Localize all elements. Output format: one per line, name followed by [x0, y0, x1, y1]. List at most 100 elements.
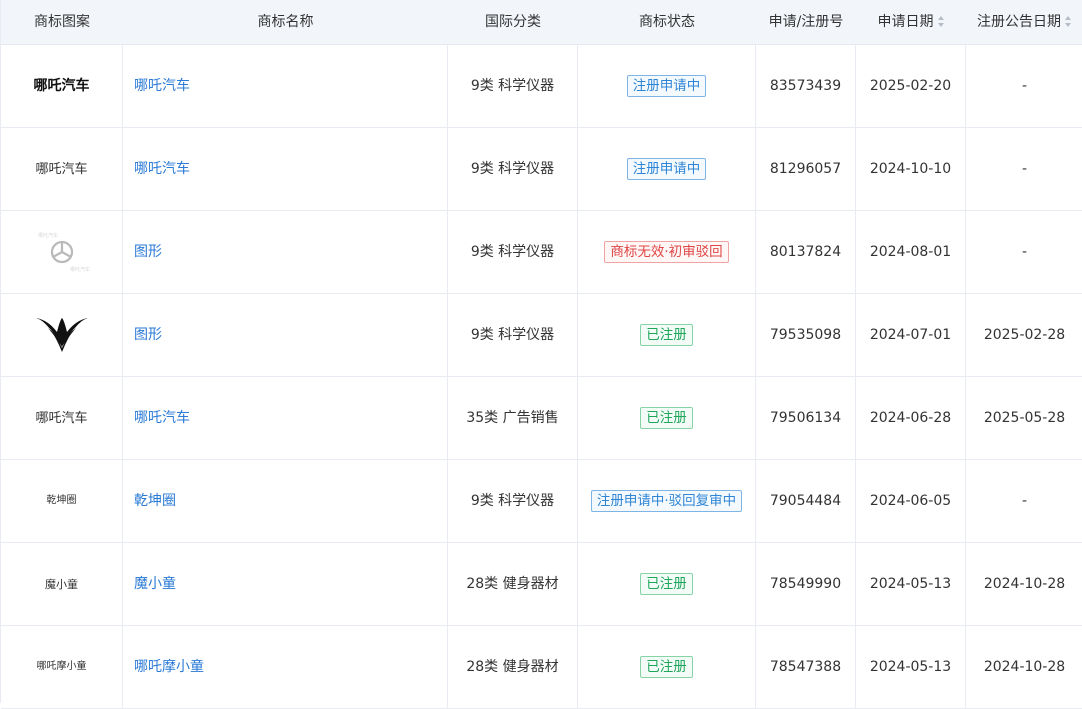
table-row: 乾坤圈 乾坤圈 9类 科学仪器 注册申请中·驳回复审中 79054484 2024-06-… [1, 460, 1082, 543]
trademark-name-link[interactable]: 图形 [134, 327, 162, 343]
publication-date: - [1021, 493, 1028, 509]
trademark-logo: 哪吒摩小童 [1, 626, 123, 708]
trademark-logo [1, 294, 123, 376]
table-row: 哪吒汽车 哪吒汽车 9类 科学仪器 注册申请中 81296057 2024-10-10 - [1, 128, 1082, 211]
trademark-logo: 哪吒汽车 [1, 45, 123, 127]
table-row: 图形 9类 科学仪器 已注册 79535098 2024-07-01 2025-02-28 [1, 294, 1082, 377]
apply-date: 2024-07-01 [856, 294, 966, 376]
table-row: 哪吒汽车 哪吒汽车 9类 科学仪器 注册申请中 83573439 2025-02-20 - [1, 45, 1082, 128]
international-class: 28类 健身器材 [448, 626, 578, 708]
status-badge: 注册申请中·驳回复审中 [590, 490, 743, 512]
header-class: 国际分类 [485, 14, 541, 30]
table-header: 商标图案 商标名称 国际分类 商标状态 申请/注册号 申请日期 注册公告日期 [1, 0, 1082, 45]
status-cell: 商标无效·初审驳回 [578, 211, 756, 293]
trademark-logo-text: 哪吒汽车 [33, 78, 90, 94]
header-logo: 商标图案 [34, 14, 90, 30]
registration-number: 79506134 [756, 377, 856, 459]
status-badge: 已注册 [640, 407, 693, 429]
registration-number: 80137824 [756, 211, 856, 293]
status-cell: 已注册 [578, 294, 756, 376]
international-class: 9类 科学仪器 [448, 45, 578, 127]
header-pub-date[interactable]: 注册公告日期 [966, 0, 1082, 45]
apply-date: 2024-05-13 [856, 626, 966, 708]
status-badge: 注册申请中 [626, 75, 707, 97]
trademark-name-link[interactable]: 哪吒汽车 [134, 410, 190, 426]
trademark-name-link[interactable]: 哪吒汽车 [134, 78, 190, 94]
international-class: 28类 健身器材 [448, 543, 578, 625]
status-cell: 已注册 [578, 626, 756, 708]
trademark-table: 商标图案 商标名称 国际分类 商标状态 申请/注册号 申请日期 注册公告日期 哪… [0, 0, 1082, 709]
apply-date: 2024-08-01 [856, 211, 966, 293]
trademark-logo-text: 魔小童 [45, 577, 78, 591]
svg-text:哪吒汽车: 哪吒汽车 [38, 232, 58, 239]
status-badge: 已注册 [640, 656, 693, 678]
wheel-logo-icon: 哪吒汽车哪吒汽车 [38, 232, 90, 273]
trademark-logo: 魔小童 [1, 543, 123, 625]
publication-date: - [1021, 244, 1028, 260]
table-row: 魔小童 魔小童 28类 健身器材 已注册 78549990 2024-05-13 2024-… [1, 543, 1082, 626]
trademark-logo-text: 乾坤圈 [46, 495, 77, 506]
table-row: 哪吒汽车 哪吒汽车 图形 9类 科学仪器 商标无效·初审驳回 80137824 2024-0… [1, 211, 1082, 294]
registration-number: 79535098 [756, 294, 856, 376]
international-class: 9类 科学仪器 [448, 128, 578, 210]
trademark-name-cell: 图形 [123, 211, 448, 293]
trademark-logo: 乾坤圈 [1, 460, 123, 542]
status-cell: 已注册 [578, 377, 756, 459]
registration-number: 78549990 [756, 543, 856, 625]
header-apply-date[interactable]: 申请日期 [856, 0, 966, 45]
status-cell: 注册申请中 [578, 128, 756, 210]
header-reg-no: 申请/注册号 [768, 14, 844, 30]
trademark-name-cell: 哪吒摩小童 [123, 626, 448, 708]
sort-icon[interactable] [1065, 15, 1072, 27]
trademark-logo: 哪吒汽车 [1, 377, 123, 459]
publication-date: 2024-10-28 [983, 576, 1066, 592]
publication-date: 2025-05-28 [983, 410, 1066, 426]
publication-date: - [1021, 161, 1028, 177]
trademark-name-cell: 图形 [123, 294, 448, 376]
status-badge: 已注册 [640, 324, 693, 346]
header-status: 商标状态 [639, 14, 695, 30]
apply-date: 2024-06-05 [856, 460, 966, 542]
trademark-name-link[interactable]: 图形 [134, 244, 162, 260]
trademark-name-cell: 哪吒汽车 [123, 128, 448, 210]
international-class: 9类 科学仪器 [448, 294, 578, 376]
apply-date: 2024-06-28 [856, 377, 966, 459]
sort-icon[interactable] [937, 15, 945, 27]
publication-date: 2025-02-28 [983, 327, 1066, 343]
trademark-logo-text: 哪吒汽车 [35, 410, 88, 426]
trademark-name-link[interactable]: 哪吒汽车 [134, 161, 190, 177]
status-cell: 注册申请中 [578, 45, 756, 127]
registration-number: 78547388 [756, 626, 856, 708]
wing-v-logo-icon [35, 318, 88, 352]
trademark-logo-text: 哪吒摩小童 [36, 661, 87, 672]
trademark-name-cell: 哪吒汽车 [123, 45, 448, 127]
trademark-name-link[interactable]: 乾坤圈 [134, 493, 176, 509]
international-class: 35类 广告销售 [448, 377, 578, 459]
international-class: 9类 科学仪器 [448, 211, 578, 293]
trademark-logo: 哪吒汽车 哪吒汽车 [1, 211, 123, 293]
trademark-name-cell: 乾坤圈 [123, 460, 448, 542]
apply-date: 2025-02-20 [856, 45, 966, 127]
registration-number: 83573439 [756, 45, 856, 127]
registration-number: 81296057 [756, 128, 856, 210]
trademark-name-link[interactable]: 哪吒摩小童 [134, 659, 204, 675]
registration-number: 79054484 [756, 460, 856, 542]
status-cell: 已注册 [578, 543, 756, 625]
header-pub-date-label: 注册公告日期 [977, 14, 1061, 30]
publication-date: 2024-10-28 [983, 659, 1066, 675]
publication-date: - [1021, 78, 1028, 94]
svg-text:哪吒汽车: 哪吒汽车 [70, 266, 90, 273]
international-class: 9类 科学仪器 [448, 460, 578, 542]
apply-date: 2024-05-13 [856, 543, 966, 625]
apply-date: 2024-10-10 [856, 128, 966, 210]
header-apply-date-label: 申请日期 [877, 14, 934, 30]
status-badge: 注册申请中 [626, 158, 707, 180]
trademark-logo: 哪吒汽车 [1, 128, 123, 210]
table-row: 哪吒汽车 哪吒汽车 35类 广告销售 已注册 79506134 2024-06-28 202… [1, 377, 1082, 460]
status-cell: 注册申请中·驳回复审中 [578, 460, 756, 542]
trademark-name-cell: 魔小童 [123, 543, 448, 625]
header-name: 商标名称 [257, 14, 314, 30]
table-row: 哪吒摩小童 哪吒摩小童 28类 健身器材 已注册 78547388 2024-05-13 2… [1, 626, 1082, 709]
trademark-name-cell: 哪吒汽车 [123, 377, 448, 459]
trademark-name-link[interactable]: 魔小童 [134, 576, 176, 592]
